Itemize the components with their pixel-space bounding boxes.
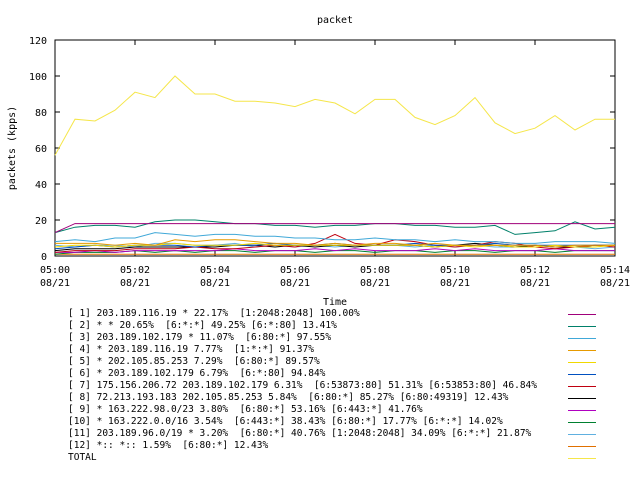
y-tick-label: 60 (35, 144, 47, 155)
y-tick-label: 100 (29, 72, 47, 83)
x-tick-label-date: 08/21 (280, 278, 310, 289)
legend-entry-label: [ 6] * 203.189.102.179 6.79% [6:*:80] 94… (68, 368, 326, 379)
legend-entry-label: [11] 203.189.96.0/19 * 3.20% [6:80:*] 40… (68, 428, 532, 439)
legend-entry-label: [12] *:: *:: 1.59% [6:80:*] 12.43% (68, 440, 269, 451)
y-tick-label: 40 (35, 180, 47, 191)
legend-swatch (568, 386, 596, 387)
y-tick-label: 120 (29, 36, 47, 47)
series-line (54, 219, 616, 235)
legend-entry-label: [ 1] 203.189.116.19 * 22.17% [1:2048:204… (68, 308, 360, 319)
x-tick-label-date: 08/21 (520, 278, 550, 289)
x-tick-label-date: 08/21 (120, 278, 150, 289)
x-tick-label-time: 05:08 (360, 265, 390, 276)
series-line (54, 250, 615, 255)
legend-swatch (568, 326, 596, 327)
x-tick-label-time: 05:00 (40, 265, 70, 276)
legend-swatch (568, 446, 596, 447)
x-tick-label-time: 05:02 (120, 265, 150, 276)
x-tick-label-date: 08/21 (200, 278, 230, 289)
legend-entry-label: [ 2] * * 20.65% [6:*:*] 49.25% [6:*:80] … (68, 320, 337, 331)
series-line (54, 75, 615, 156)
legend-swatch (568, 338, 596, 339)
x-tick-label-date: 08/21 (440, 278, 470, 289)
legend-entry-label: [10] * 163.222.0.0/16 3.54% [6:443:*] 38… (68, 416, 503, 427)
legend-swatch (568, 458, 596, 459)
legend-swatch (568, 374, 596, 375)
x-tick-label-date: 08/21 (40, 278, 70, 289)
x-tick-label-date: 08/21 (600, 278, 630, 289)
legend-swatch (568, 434, 596, 435)
y-tick-label: 80 (35, 108, 47, 119)
x-tick-label-date: 08/21 (360, 278, 390, 289)
y-axis-label: packets (kpps) (7, 106, 18, 190)
y-tick-label: 0 (41, 252, 47, 263)
x-tick-label-time: 05:10 (440, 265, 470, 276)
x-axis-label: Time (323, 297, 347, 308)
legend-swatch (568, 422, 596, 423)
legend-swatch (568, 362, 596, 363)
legend-entry-label: [ 9] * 163.222.98.0/23 3.80% [6:80:*] 53… (68, 404, 423, 415)
legend-swatch (568, 398, 596, 399)
legend-swatch (568, 350, 596, 351)
legend-entry-label: TOTAL (68, 452, 97, 463)
x-tick-label-time: 05:04 (200, 265, 230, 276)
legend-swatch (568, 314, 596, 315)
legend-entry-label: [ 7] 175.156.206.72 203.189.102.179 6.31… (68, 380, 537, 391)
x-tick-label-time: 05:12 (520, 265, 550, 276)
legend-entry-label: [ 5] * 202.105.85.253 7.29% [6:80:*] 89.… (68, 356, 320, 367)
y-tick-label: 20 (35, 216, 47, 227)
x-tick-label-time: 05:14 (600, 265, 630, 276)
legend-entry-label: [ 3] 203.189.102.179 * 11.07% [6:80:*] 9… (68, 332, 332, 343)
legend-entry-label: [ 4] * 203.189.116.19 7.77% [1:*:*] 91.3… (68, 344, 314, 355)
legend-swatch (568, 410, 596, 411)
chart-title: packet (317, 15, 353, 26)
series-line (55, 248, 615, 253)
legend-entry-label: [ 8] 72.213.193.183 202.105.85.253 5.84%… (68, 392, 509, 403)
x-tick-label-time: 05:06 (280, 265, 310, 276)
